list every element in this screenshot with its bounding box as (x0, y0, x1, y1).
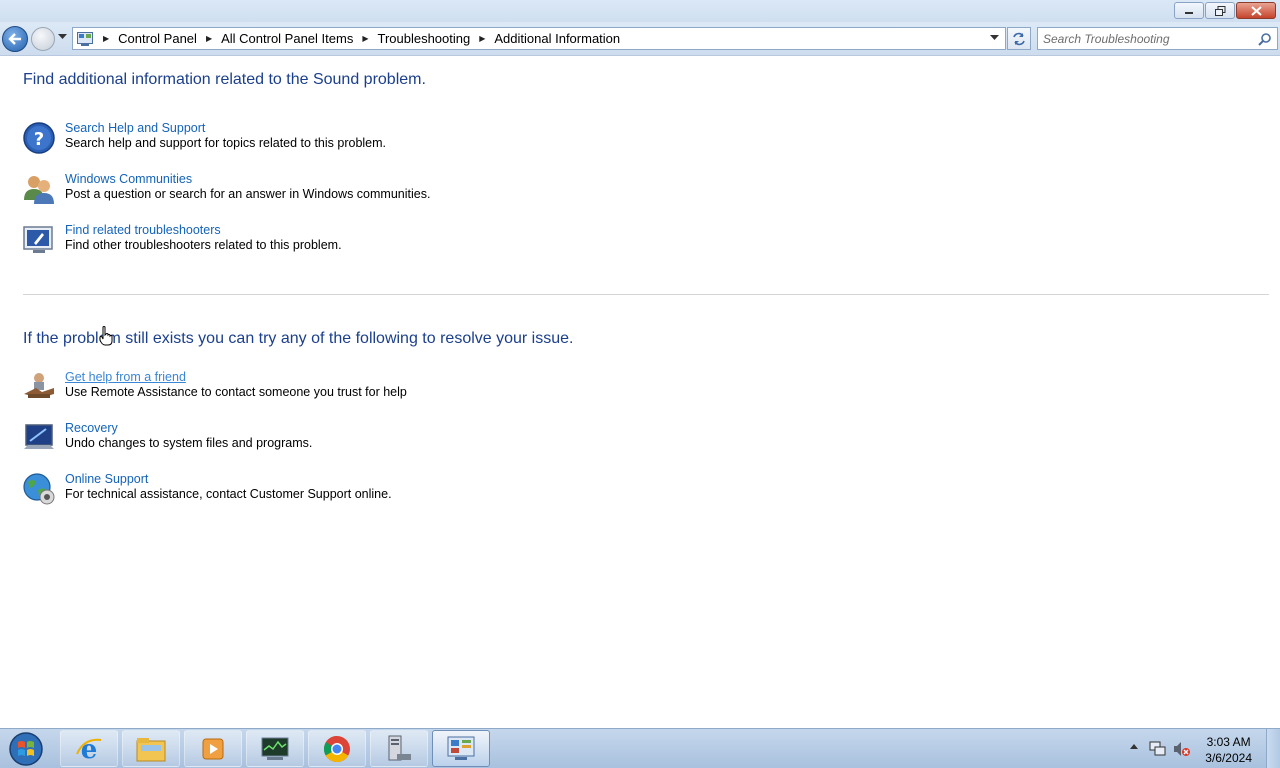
windows-start-icon (9, 732, 43, 766)
restore-icon (1214, 5, 1225, 16)
hand-cursor-icon (99, 326, 113, 346)
troubleshooter-monitor-icon (23, 226, 53, 253)
section-divider (23, 294, 1269, 295)
minimize-button[interactable] (1174, 2, 1204, 19)
system-tray: 3:03 AM 3/6/2024 (1095, 729, 1280, 768)
main-content: Find additional information related to t… (0, 57, 1280, 727)
search-input[interactable] (1043, 31, 1255, 46)
window-controls (1174, 2, 1276, 19)
search-box (1037, 27, 1278, 50)
title-bar (0, 0, 1280, 22)
control-panel-small-icon (77, 31, 93, 46)
address-bar[interactable]: ▶ Control Panel ▶ All Control Panel Items… (72, 27, 1006, 50)
start-button[interactable] (4, 730, 48, 768)
network-icon[interactable] (1149, 741, 1167, 757)
globe-icon (23, 473, 55, 505)
internet-explorer-icon: e (76, 735, 102, 764)
navigation-bar: ▶ Control Panel ▶ All Control Panel Items… (0, 22, 1280, 56)
recovery-description: Undo changes to system files and program… (65, 436, 313, 450)
get-help-from-friend-link[interactable]: Get help from a friend (65, 370, 186, 384)
recent-pages-dropdown-icon[interactable] (58, 34, 67, 40)
online-support-link[interactable]: Online Support (65, 472, 148, 486)
file-explorer-icon (136, 737, 166, 761)
server-icon (388, 735, 411, 760)
taskbar-server[interactable] (370, 730, 428, 767)
clock-date: 3/6/2024 (1205, 751, 1252, 765)
restore-button[interactable] (1205, 2, 1235, 19)
close-button[interactable] (1236, 2, 1276, 19)
communities-people-icon (24, 176, 54, 204)
chrome-icon (323, 735, 350, 762)
help-question-icon: ? (23, 122, 55, 154)
windows-communities-description: Post a question or search for an answer … (65, 187, 431, 201)
get-help-from-friend-description: Use Remote Assistance to contact someone… (65, 385, 407, 399)
taskbar-media-player[interactable] (184, 730, 242, 767)
taskbar-chrome[interactable] (308, 730, 366, 767)
system-clock[interactable]: 3:03 AM 3/6/2024 (1205, 734, 1252, 766)
taskbar-task-manager[interactable] (246, 730, 304, 767)
taskbar-internet-explorer[interactable]: e (60, 730, 118, 767)
forward-button[interactable] (31, 27, 55, 51)
breadcrumb-additional-information[interactable]: Additional Information (494, 31, 620, 46)
breadcrumb-control-panel[interactable]: Control Panel ▶ (118, 31, 221, 46)
volume-muted-icon[interactable] (1173, 741, 1191, 757)
related-troubleshooters-description: Find other troubleshooters related to th… (65, 238, 342, 252)
control-panel-icon (447, 736, 475, 760)
svg-text:?: ? (34, 129, 44, 150)
windows-communities-link[interactable]: Windows Communities (65, 172, 192, 186)
search-help-description: Search help and support for topics relat… (65, 136, 387, 150)
section-heading-additional-info: Find additional information related to t… (23, 71, 426, 88)
address-dropdown-icon[interactable] (990, 35, 999, 41)
breadcrumb-troubleshooting[interactable]: Troubleshooting ▶ (377, 31, 494, 46)
recovery-link[interactable]: Recovery (65, 421, 118, 435)
search-icon[interactable] (1258, 32, 1272, 46)
show-desktop-button[interactable] (1266, 729, 1280, 768)
breadcrumb-all-items[interactable]: All Control Panel Items ▶ (221, 31, 377, 46)
taskbar-control-panel[interactable] (432, 730, 490, 767)
task-manager-icon (261, 737, 289, 760)
remote-assistance-icon (24, 373, 54, 398)
related-troubleshooters-link[interactable]: Find related troubleshooters (65, 223, 221, 237)
refresh-button[interactable] (1007, 27, 1031, 50)
minimize-icon (1185, 11, 1193, 14)
taskbar: e 3:03 AM 3/6/2024 (0, 728, 1280, 768)
taskbar-file-explorer[interactable] (122, 730, 180, 767)
recovery-monitor-icon (24, 424, 54, 449)
breadcrumb-separator[interactable]: ▶ (99, 34, 118, 43)
media-player-icon (202, 738, 224, 759)
search-help-link[interactable]: Search Help and Support (65, 121, 205, 135)
show-hidden-icons-icon[interactable] (1129, 741, 1139, 751)
back-arrow-icon (8, 33, 21, 45)
close-icon (1250, 5, 1262, 16)
online-support-description: For technical assistance, contact Custom… (65, 487, 392, 501)
back-button[interactable] (2, 26, 28, 52)
clock-time: 3:03 AM (1206, 735, 1251, 749)
refresh-icon (1013, 32, 1025, 45)
